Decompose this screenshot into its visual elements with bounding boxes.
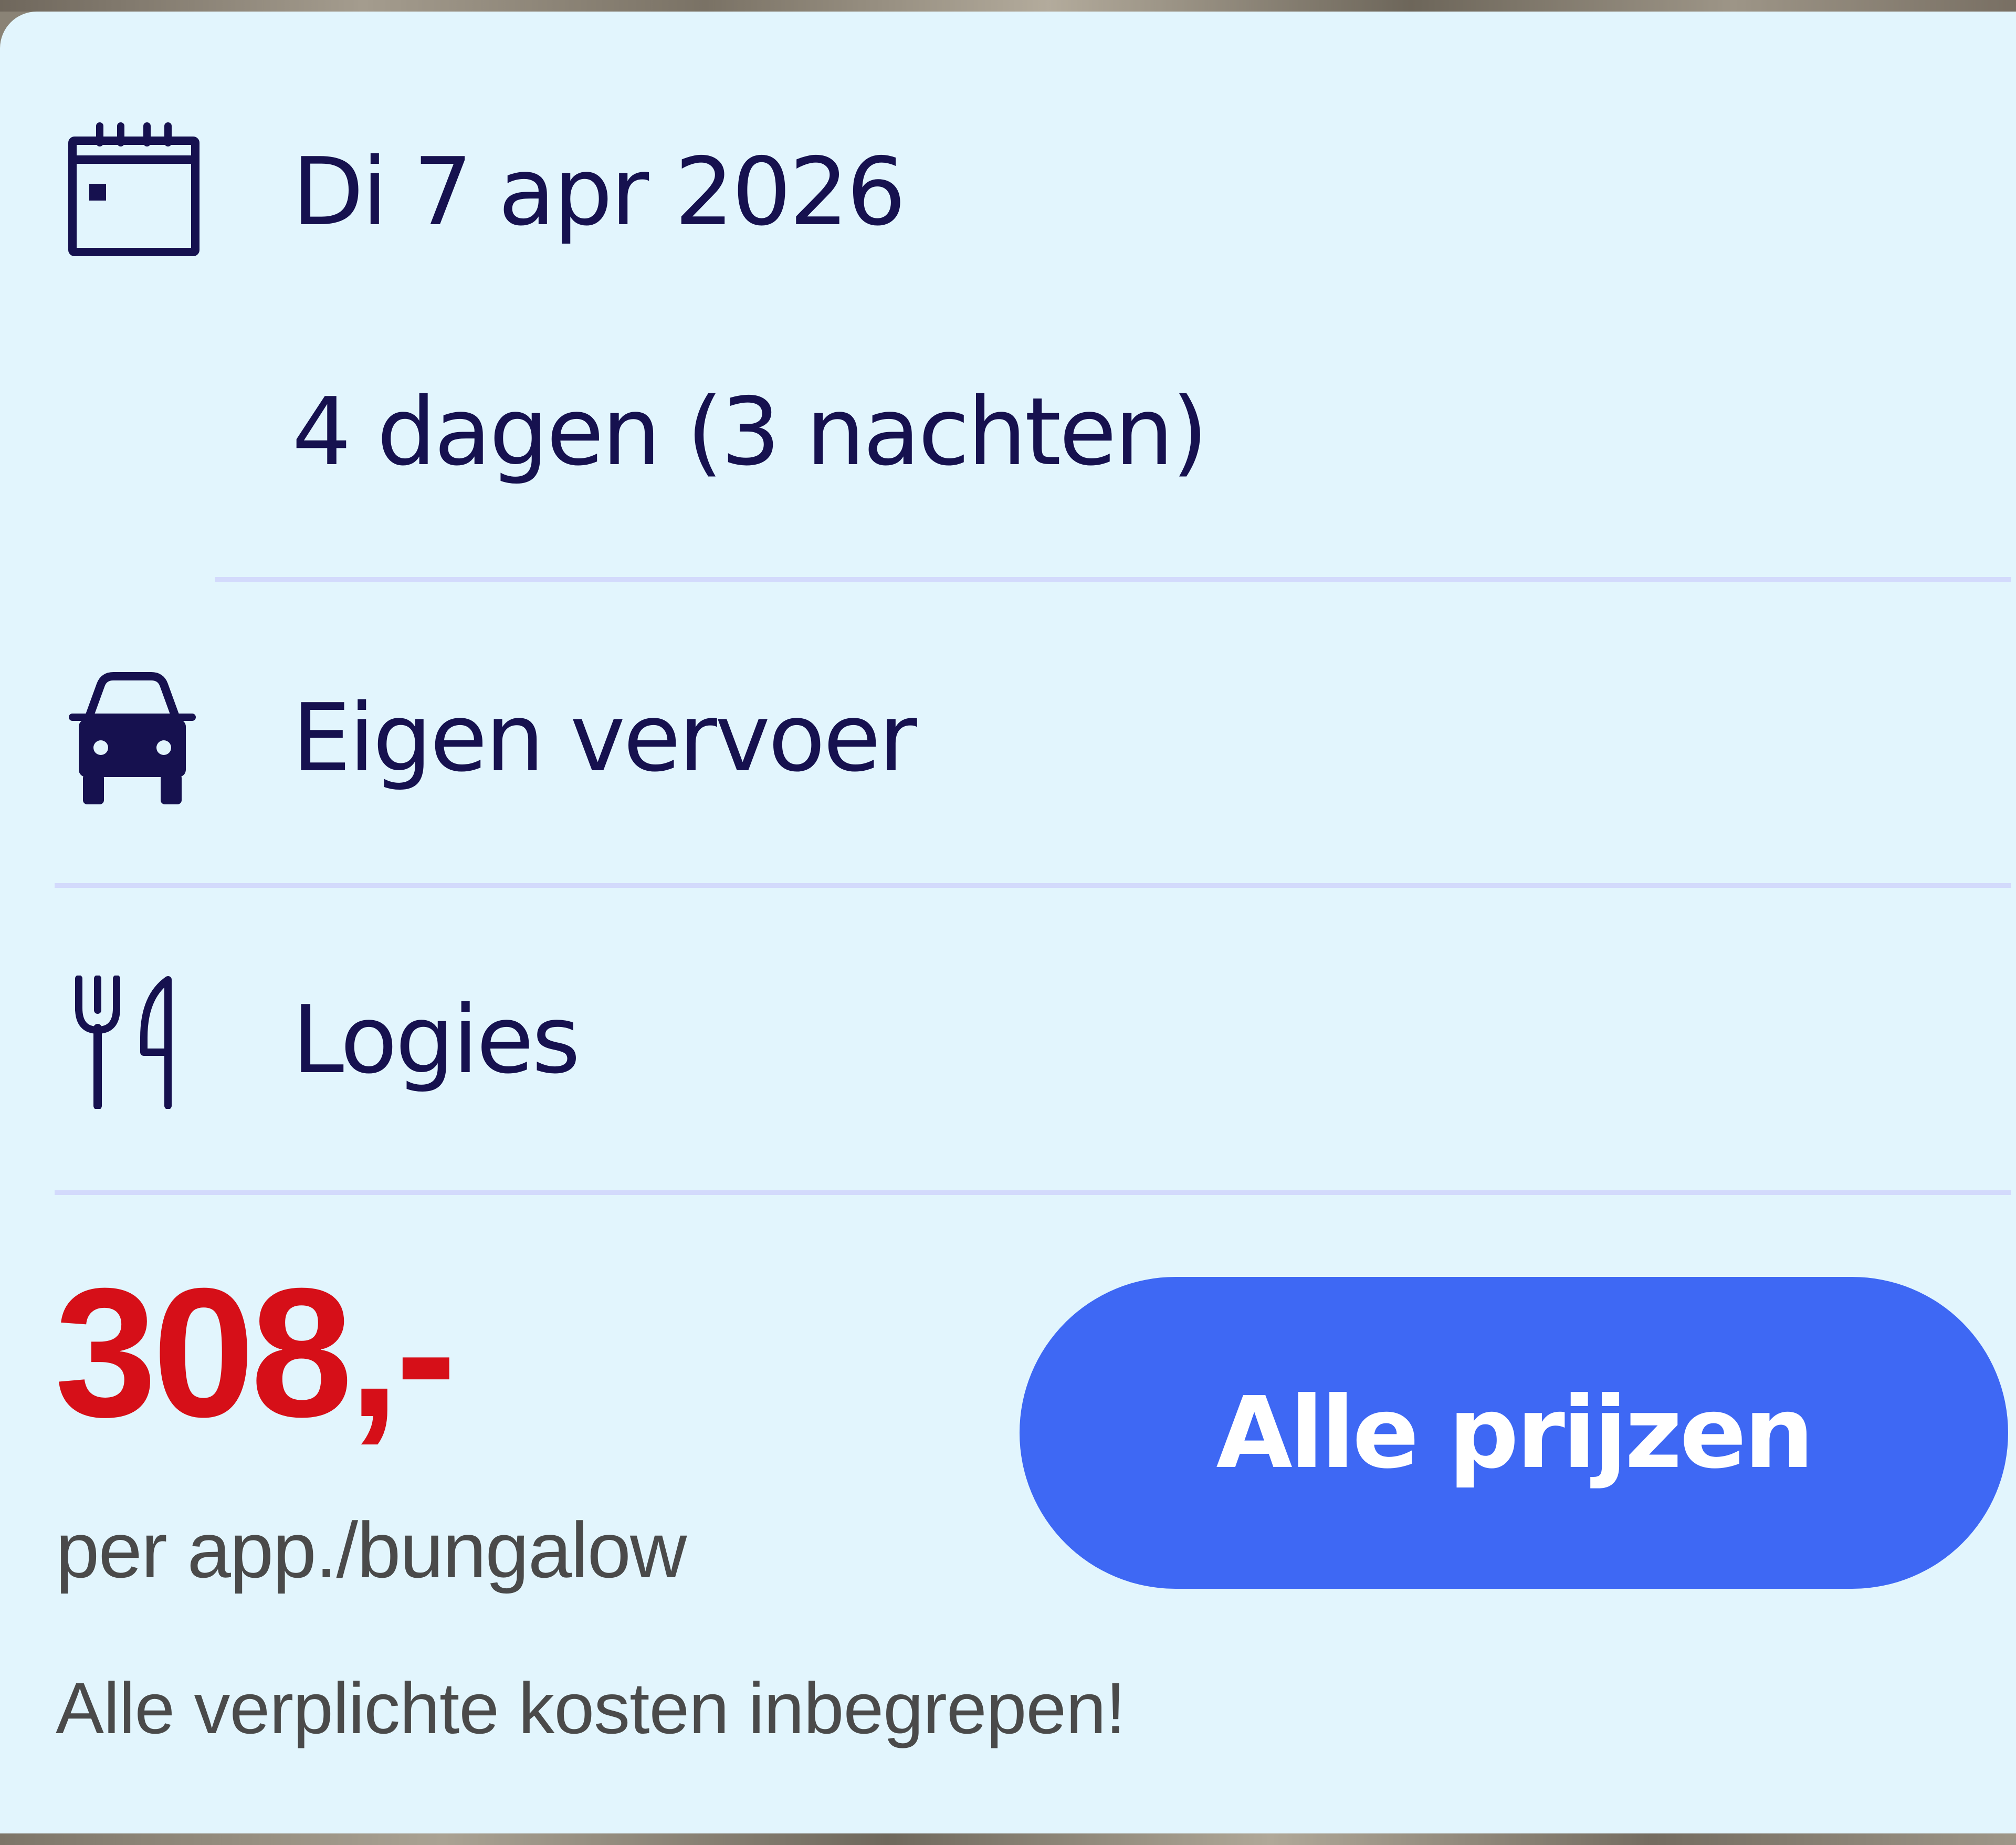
cutlery-icon xyxy=(69,976,180,1109)
divider xyxy=(215,577,2011,582)
calendar-icon xyxy=(67,122,201,257)
transport-type: Eigen vervoer xyxy=(292,684,917,792)
all-prices-button[interactable]: Alle prijzen xyxy=(1020,1277,2008,1589)
trip-summary-card: Di 7 apr 2026 4 dagen (3 nachten) Eigen … xyxy=(0,12,2016,1833)
trip-duration: 4 dagen (3 nachten) xyxy=(292,378,1208,486)
background-photo-top xyxy=(0,0,2016,12)
car-icon xyxy=(67,669,197,806)
price-amount: 308,- xyxy=(55,1250,457,1455)
background-photo-bottom xyxy=(0,1833,2016,1845)
price-note: Alle verplichte kosten inbegrepen! xyxy=(56,1668,1126,1749)
divider xyxy=(55,883,2011,888)
price-unit: per app./bungalow xyxy=(56,1506,687,1594)
board-type: Logies xyxy=(292,986,581,1094)
departure-date: Di 7 apr 2026 xyxy=(292,138,906,246)
divider xyxy=(55,1190,2011,1195)
